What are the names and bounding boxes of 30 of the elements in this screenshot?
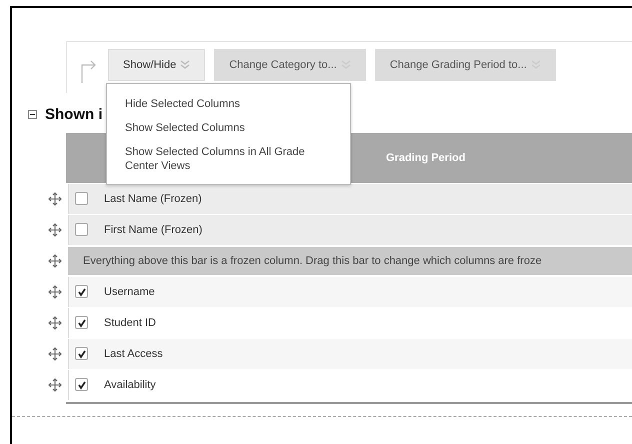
checkbox[interactable] <box>75 347 88 360</box>
drag-handle-icon[interactable] <box>48 284 62 298</box>
checkbox[interactable] <box>75 192 88 205</box>
column-name: Availability <box>104 378 156 390</box>
frozen-divider-bar[interactable]: Everything above this bar is a frozen column. Drag this bar to change which columns are froze <box>68 246 632 274</box>
checkbox[interactable] <box>75 378 88 391</box>
collapse-toggle[interactable] <box>28 110 37 118</box>
toolbar-button[interactable]: Change Category to... <box>214 49 366 81</box>
menu-item[interactable]: Show Selected Columns in All Grade Center Views <box>125 140 315 178</box>
menu-item[interactable]: Hide Selected Columns <box>125 92 315 116</box>
double-chevron-icon <box>180 60 190 70</box>
toolbar-button[interactable]: Change Grading Period to... <box>374 49 556 81</box>
checkbox[interactable] <box>75 316 88 329</box>
column-name: Username <box>104 286 155 298</box>
drag-handle-icon[interactable] <box>48 254 62 268</box>
column-name: Last Access <box>104 348 163 360</box>
column-name: First Name (Frozen) <box>104 224 202 236</box>
drag-handle-icon[interactable] <box>48 222 62 236</box>
menu-item[interactable]: Show Selected Columns <box>125 116 315 140</box>
drag-handle-icon[interactable] <box>48 192 62 206</box>
drag-handle-icon[interactable] <box>48 378 62 392</box>
column-name: Student ID <box>104 316 156 328</box>
checkbox[interactable] <box>75 223 88 236</box>
drag-handle-icon[interactable] <box>48 346 62 360</box>
toolbar-button[interactable]: Show/Hide <box>108 49 206 81</box>
column-name: Last Name (Frozen) <box>104 192 202 204</box>
checkbox[interactable] <box>75 285 88 298</box>
column-header: Grading Period <box>386 152 466 164</box>
drag-handle-icon[interactable] <box>48 316 62 330</box>
section-title: Shown i <box>45 106 102 122</box>
